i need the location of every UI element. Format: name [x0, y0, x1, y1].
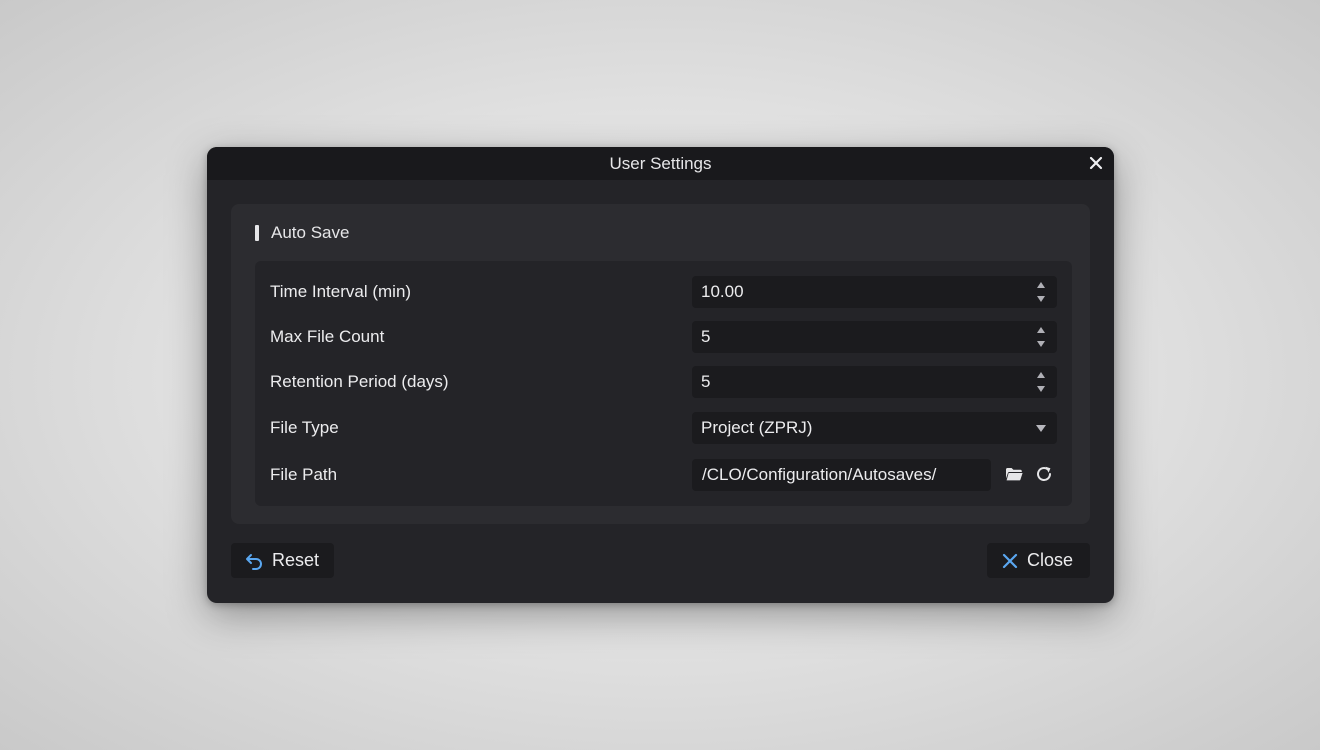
dialog-titlebar: User Settings [207, 147, 1114, 180]
row-file-type: File Type Project (ZPRJ) [255, 411, 1072, 445]
retention-period-value: 5 [701, 372, 711, 391]
spin-up-icon[interactable] [1037, 327, 1045, 333]
file-type-label: File Type [270, 418, 339, 437]
spin-down-icon[interactable] [1037, 296, 1045, 302]
auto-save-section: Auto Save Time Interval (min) 10.00 Max … [231, 204, 1090, 524]
close-x-icon [1002, 553, 1018, 568]
spin-arrows [1035, 369, 1047, 395]
file-path-value: /CLO/Configuration/Autosaves/ [702, 465, 937, 484]
file-type-value: Project (ZPRJ) [701, 418, 813, 437]
dialog-title: User Settings [609, 153, 712, 173]
spin-up-icon[interactable] [1037, 372, 1045, 378]
file-path-label: File Path [270, 465, 338, 484]
time-interval-label: Time Interval (min) [270, 282, 412, 301]
undo-icon [246, 553, 263, 570]
max-file-count-spinbox[interactable]: 5 [692, 321, 1057, 353]
row-retention-period: Retention Period (days) 5 [255, 365, 1072, 399]
spin-arrows [1035, 324, 1047, 350]
chevron-down-icon [1036, 425, 1046, 432]
row-file-path: File Path /CLO/Configuration/Autosaves/ [255, 458, 1072, 492]
time-interval-spinbox[interactable]: 10.00 [692, 276, 1057, 308]
row-time-interval: Time Interval (min) 10.00 [255, 275, 1072, 309]
spin-arrows [1035, 279, 1047, 305]
file-path-input[interactable]: /CLO/Configuration/Autosaves/ [692, 459, 991, 491]
spin-up-icon[interactable] [1037, 282, 1045, 288]
retention-period-label: Retention Period (days) [270, 372, 449, 391]
spin-down-icon[interactable] [1037, 341, 1045, 347]
folder-icon[interactable] [1004, 464, 1024, 484]
section-title: Auto Save [271, 223, 350, 242]
close-label: Close [1027, 550, 1074, 570]
file-type-dropdown[interactable]: Project (ZPRJ) [692, 412, 1057, 444]
time-interval-value: 10.00 [701, 282, 744, 301]
reset-label: Reset [272, 550, 320, 570]
spin-down-icon[interactable] [1037, 386, 1045, 392]
section-header: Auto Save [255, 223, 350, 242]
close-icon[interactable] [1087, 154, 1105, 172]
section-marker [255, 225, 259, 241]
refresh-icon[interactable] [1034, 464, 1054, 484]
user-settings-dialog: User Settings Auto Save Time Interval (m… [207, 147, 1114, 603]
row-max-file-count: Max File Count 5 [255, 320, 1072, 354]
fields-panel: Time Interval (min) 10.00 Max File Count… [255, 261, 1072, 506]
max-file-count-label: Max File Count [270, 327, 385, 346]
close-button[interactable]: Close [987, 543, 1090, 578]
max-file-count-value: 5 [701, 327, 711, 346]
retention-period-spinbox[interactable]: 5 [692, 366, 1057, 398]
reset-button[interactable]: Reset [231, 543, 334, 578]
